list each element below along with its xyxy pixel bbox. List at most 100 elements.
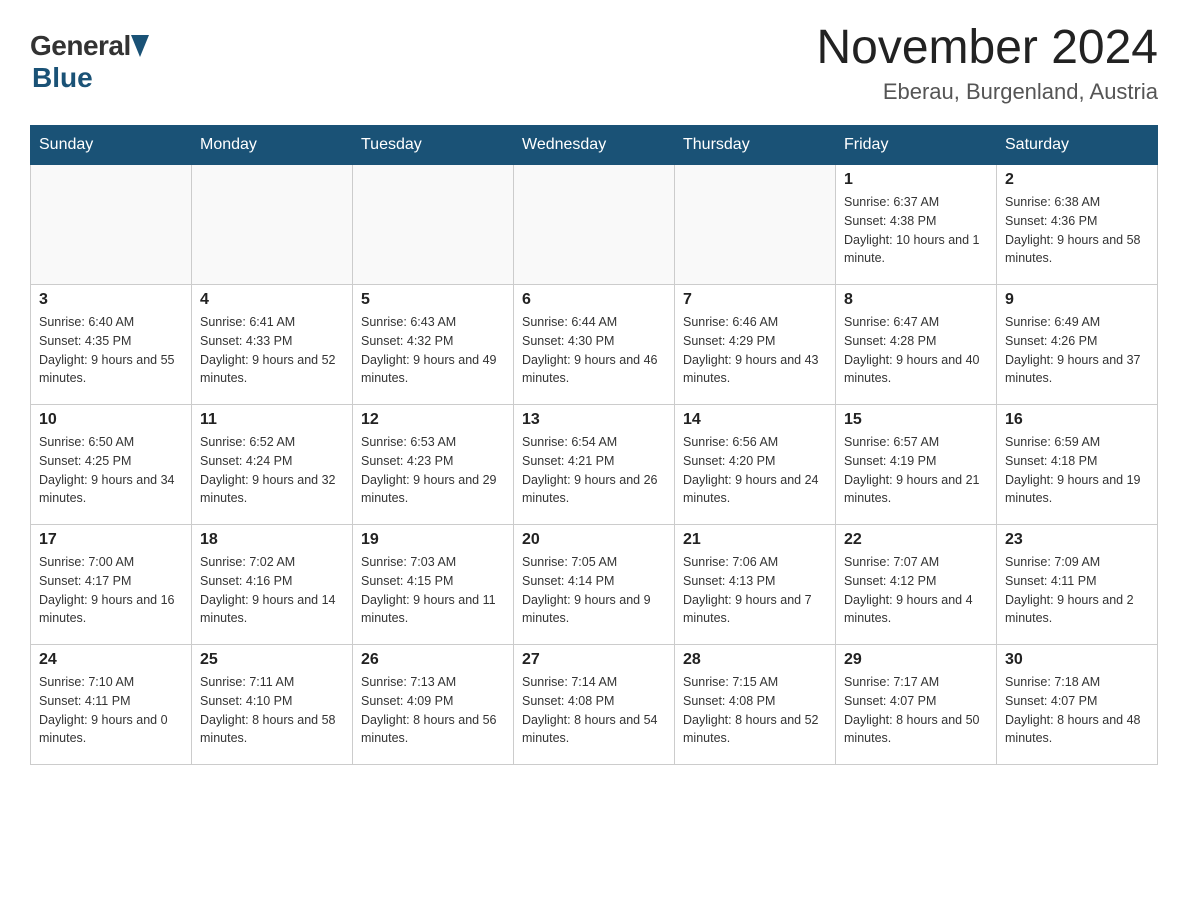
day-number: 9: [1005, 291, 1149, 309]
calendar-cell: 17 Sunrise: 7:00 AM Sunset: 4:17 PM Dayli…: [31, 525, 192, 645]
day-number: 21: [683, 531, 827, 549]
day-info: Sunrise: 7:15 AM Sunset: 4:08 PM Dayligh…: [683, 673, 827, 748]
calendar-cell: 29 Sunrise: 7:17 AM Sunset: 4:07 PM Dayli…: [836, 645, 997, 765]
day-info: Sunrise: 6:56 AM Sunset: 4:20 PM Dayligh…: [683, 433, 827, 508]
day-info: Sunrise: 7:14 AM Sunset: 4:08 PM Dayligh…: [522, 673, 666, 748]
day-number: 6: [522, 291, 666, 309]
calendar: SundayMondayTuesdayWednesdayThursdayFrid…: [30, 125, 1158, 765]
day-info: Sunrise: 6:40 AM Sunset: 4:35 PM Dayligh…: [39, 313, 183, 388]
calendar-cell: 13 Sunrise: 6:54 AM Sunset: 4:21 PM Dayli…: [514, 405, 675, 525]
day-info: Sunrise: 7:13 AM Sunset: 4:09 PM Dayligh…: [361, 673, 505, 748]
logo-flag-icon: [131, 35, 149, 57]
day-info: Sunrise: 7:07 AM Sunset: 4:12 PM Dayligh…: [844, 553, 988, 628]
calendar-cell: 3 Sunrise: 6:40 AM Sunset: 4:35 PM Daylig…: [31, 285, 192, 405]
logo-general-text: General: [30, 30, 131, 62]
day-number: 4: [200, 291, 344, 309]
calendar-cell: 2 Sunrise: 6:38 AM Sunset: 4:36 PM Daylig…: [997, 165, 1158, 285]
day-number: 17: [39, 531, 183, 549]
week-row-2: 3 Sunrise: 6:40 AM Sunset: 4:35 PM Daylig…: [31, 285, 1158, 405]
day-number: 12: [361, 411, 505, 429]
calendar-cell: 26 Sunrise: 7:13 AM Sunset: 4:09 PM Dayli…: [353, 645, 514, 765]
day-info: Sunrise: 6:49 AM Sunset: 4:26 PM Dayligh…: [1005, 313, 1149, 388]
calendar-header-saturday: Saturday: [997, 126, 1158, 165]
day-info: Sunrise: 6:47 AM Sunset: 4:28 PM Dayligh…: [844, 313, 988, 388]
calendar-header-friday: Friday: [836, 126, 997, 165]
calendar-cell: 18 Sunrise: 7:02 AM Sunset: 4:16 PM Dayli…: [192, 525, 353, 645]
calendar-cell: 9 Sunrise: 6:49 AM Sunset: 4:26 PM Daylig…: [997, 285, 1158, 405]
day-number: 7: [683, 291, 827, 309]
day-info: Sunrise: 7:05 AM Sunset: 4:14 PM Dayligh…: [522, 553, 666, 628]
day-info: Sunrise: 7:11 AM Sunset: 4:10 PM Dayligh…: [200, 673, 344, 748]
day-number: 13: [522, 411, 666, 429]
day-number: 28: [683, 651, 827, 669]
calendar-cell: [675, 165, 836, 285]
calendar-cell: [31, 165, 192, 285]
day-number: 25: [200, 651, 344, 669]
day-info: Sunrise: 7:17 AM Sunset: 4:07 PM Dayligh…: [844, 673, 988, 748]
day-number: 5: [361, 291, 505, 309]
day-number: 1: [844, 171, 988, 189]
calendar-cell: 22 Sunrise: 7:07 AM Sunset: 4:12 PM Dayli…: [836, 525, 997, 645]
day-number: 29: [844, 651, 988, 669]
calendar-header-wednesday: Wednesday: [514, 126, 675, 165]
calendar-cell: 7 Sunrise: 6:46 AM Sunset: 4:29 PM Daylig…: [675, 285, 836, 405]
day-number: 27: [522, 651, 666, 669]
day-info: Sunrise: 6:46 AM Sunset: 4:29 PM Dayligh…: [683, 313, 827, 388]
day-number: 16: [1005, 411, 1149, 429]
day-number: 2: [1005, 171, 1149, 189]
calendar-cell: 5 Sunrise: 6:43 AM Sunset: 4:32 PM Daylig…: [353, 285, 514, 405]
day-number: 15: [844, 411, 988, 429]
day-info: Sunrise: 6:54 AM Sunset: 4:21 PM Dayligh…: [522, 433, 666, 508]
day-info: Sunrise: 6:38 AM Sunset: 4:36 PM Dayligh…: [1005, 193, 1149, 268]
day-info: Sunrise: 7:02 AM Sunset: 4:16 PM Dayligh…: [200, 553, 344, 628]
day-info: Sunrise: 6:43 AM Sunset: 4:32 PM Dayligh…: [361, 313, 505, 388]
day-info: Sunrise: 6:53 AM Sunset: 4:23 PM Dayligh…: [361, 433, 505, 508]
logo-blue-text: Blue: [32, 62, 93, 93]
day-number: 26: [361, 651, 505, 669]
calendar-cell: 27 Sunrise: 7:14 AM Sunset: 4:08 PM Dayli…: [514, 645, 675, 765]
day-number: 10: [39, 411, 183, 429]
calendar-cell: 23Sunrise: 7:09 AM Sunset: 4:11 PM Dayli…: [997, 525, 1158, 645]
day-number: 20: [522, 531, 666, 549]
calendar-cell: 15Sunrise: 6:57 AM Sunset: 4:19 PM Dayli…: [836, 405, 997, 525]
calendar-cell: 6Sunrise: 6:44 AM Sunset: 4:30 PM Daylig…: [514, 285, 675, 405]
day-info: Sunrise: 7:06 AM Sunset: 4:13 PM Dayligh…: [683, 553, 827, 628]
day-number: 30: [1005, 651, 1149, 669]
calendar-cell: 4Sunrise: 6:41 AM Sunset: 4:33 PM Daylig…: [192, 285, 353, 405]
week-row-1: 1Sunrise: 6:37 AM Sunset: 4:38 PM Daylig…: [31, 165, 1158, 285]
day-number: 22: [844, 531, 988, 549]
logo: General Blue: [30, 30, 149, 94]
day-info: Sunrise: 7:09 AM Sunset: 4:11 PM Dayligh…: [1005, 553, 1149, 628]
day-info: Sunrise: 7:00 AM Sunset: 4:17 PM Dayligh…: [39, 553, 183, 628]
week-row-3: 10 Sunrise: 6:50 AM Sunset: 4:25 PM Dayli…: [31, 405, 1158, 525]
calendar-cell: 11Sunrise: 6:52 AM Sunset: 4:24 PM Dayli…: [192, 405, 353, 525]
day-info: Sunrise: 6:50 AM Sunset: 4:25 PM Dayligh…: [39, 433, 183, 508]
subtitle: Eberau, Burgenland, Austria: [816, 79, 1158, 105]
calendar-cell: 16 Sunrise: 6:59 AM Sunset: 4:18 PM Dayli…: [997, 405, 1158, 525]
calendar-cell: 24 Sunrise: 7:10 AM Sunset: 4:11 PM Dayli…: [31, 645, 192, 765]
calendar-cell: 19 Sunrise: 7:03 AM Sunset: 4:15 PM Dayli…: [353, 525, 514, 645]
day-number: 18: [200, 531, 344, 549]
calendar-header-thursday: Thursday: [675, 126, 836, 165]
day-info: Sunrise: 7:10 AM Sunset: 4:11 PM Dayligh…: [39, 673, 183, 748]
calendar-cell: 8Sunrise: 6:47 AM Sunset: 4:28 PM Daylig…: [836, 285, 997, 405]
day-number: 24: [39, 651, 183, 669]
calendar-cell: 21 Sunrise: 7:06 AM Sunset: 4:13 PM Dayli…: [675, 525, 836, 645]
day-info: Sunrise: 6:52 AM Sunset: 4:24 PM Dayligh…: [200, 433, 344, 508]
calendar-cell: 28 Sunrise: 7:15 AM Sunset: 4:08 PM Dayli…: [675, 645, 836, 765]
day-number: 3: [39, 291, 183, 309]
calendar-header-monday: Monday: [192, 126, 353, 165]
day-info: Sunrise: 7:03 AM Sunset: 4:15 PM Dayligh…: [361, 553, 505, 628]
calendar-header-tuesday: Tuesday: [353, 126, 514, 165]
main-title: November 2024: [816, 20, 1158, 75]
day-number: 14: [683, 411, 827, 429]
calendar-cell: 14 Sunrise: 6:56 AM Sunset: 4:20 PM Dayli…: [675, 405, 836, 525]
calendar-cell: [192, 165, 353, 285]
day-number: 19: [361, 531, 505, 549]
calendar-header-sunday: Sunday: [31, 126, 192, 165]
day-info: Sunrise: 6:59 AM Sunset: 4:18 PM Dayligh…: [1005, 433, 1149, 508]
title-area: November 2024 Eberau, Burgenland, Austri…: [816, 20, 1158, 105]
calendar-header-row: SundayMondayTuesdayWednesdayThursdayFrid…: [31, 126, 1158, 165]
calendar-cell: 30Sunrise: 7:18 AM Sunset: 4:07 PM Dayli…: [997, 645, 1158, 765]
calendar-cell: 1Sunrise: 6:37 AM Sunset: 4:38 PM Daylig…: [836, 165, 997, 285]
